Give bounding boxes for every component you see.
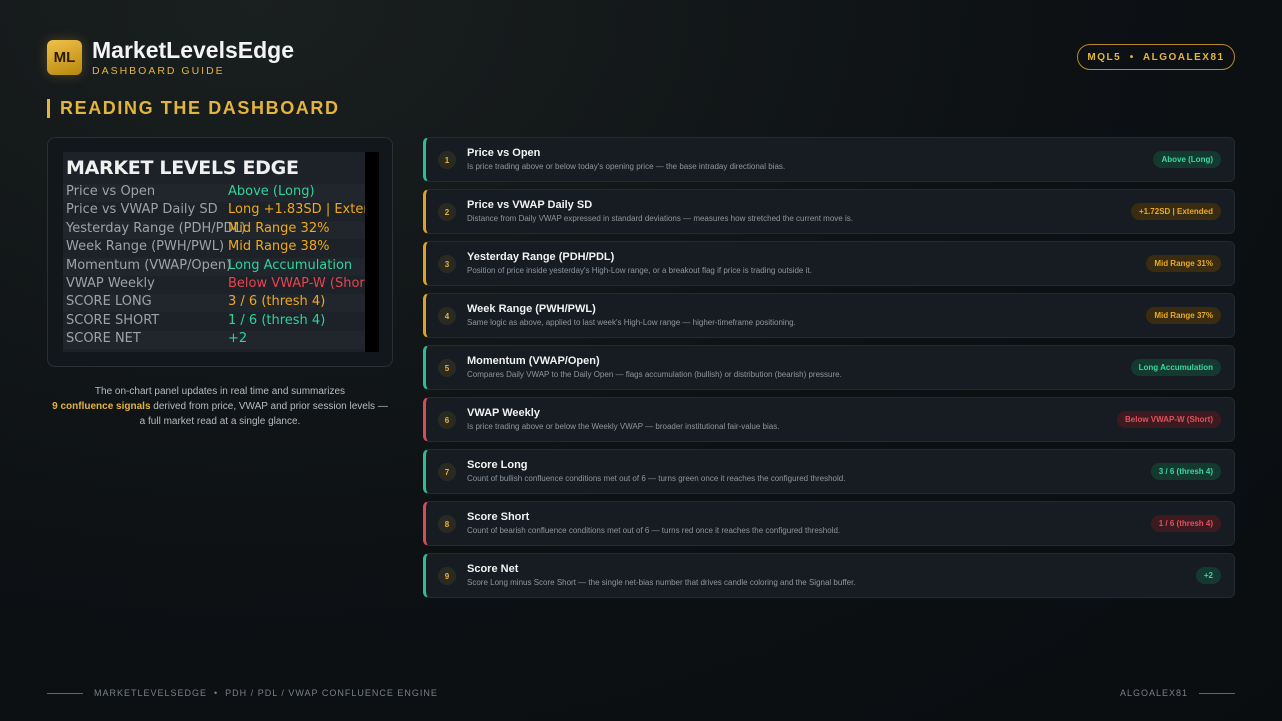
brand-title: MarketLevelsEdge (92, 37, 294, 63)
signal-card: 8 Score Short Count of bearish confluence … (423, 501, 1235, 546)
brand: MarketLevelsEdge DASHBOARD GUIDE (92, 38, 294, 77)
card-description: Distance from Daily VWAP expressed in st… (467, 214, 853, 223)
panel-row: Week Range (PWH/PWL) Mid Range 38% (66, 239, 379, 257)
panel-row-value: Below VWAP-W (Short) (228, 276, 375, 291)
card-title: Yesterday Range (PDH/PDL) (467, 251, 615, 263)
card-title: Price vs VWAP Daily SD (467, 199, 593, 211)
dashboard-panel-screenshot: MARKET LEVELS EDGE Price vs Open Above (L… (63, 152, 379, 352)
card-status-badge: Mid Range 37% (1146, 307, 1221, 324)
card-number: 6 (438, 411, 456, 429)
panel-row-bg (63, 184, 365, 202)
card-status-badge: 3 / 6 (thresh 4) (1150, 463, 1221, 480)
panel-row-label: Week Range (PWH/PWL) (66, 239, 225, 255)
panel-title: MARKET LEVELS EDGE (66, 157, 299, 179)
card-description: Count of bullish confluence conditions m… (467, 474, 846, 483)
card-number: 9 (438, 567, 456, 585)
logo-badge: ML (47, 40, 82, 75)
card-description: Compares Daily VWAP to the Daily Open — … (467, 370, 842, 379)
footer-rule (47, 692, 83, 694)
footer-right-text: ALGOALEX81 (1119, 688, 1188, 698)
card-title: Score Short (467, 511, 530, 523)
card-status-badge: Above (Long) (1153, 151, 1221, 168)
card-status-badge: +2 (1195, 567, 1221, 584)
footer-rule (1199, 692, 1235, 694)
signal-card: 4 Week Range (PWH/PWL) Same logic as above… (423, 293, 1235, 338)
card-number: 7 (438, 463, 456, 481)
panel-row-bg (63, 258, 365, 276)
signal-card: 3 Yesterday Range (PDH/PDL) Position of pr… (423, 241, 1235, 286)
header: ML MarketLevelsEdge DASHBOARD GUIDE (47, 38, 294, 77)
card-status-badge: +1.72SD | Extended (1130, 203, 1221, 220)
panel-row-value: Long +1.83SD | Extended (228, 202, 379, 218)
signal-card: 6 VWAP Weekly Is price trading above or be… (423, 397, 1235, 442)
card-description: Is price trading above or below the Week… (467, 422, 780, 431)
panel-row-bg (63, 221, 365, 239)
panel-row-label: SCORE SHORT (66, 312, 160, 328)
card-description: Is price trading above or below today's … (467, 162, 786, 171)
card-description: Position of price inside yesterday's Hig… (467, 266, 812, 275)
card-status-badge: Long Accumulation (1130, 359, 1221, 376)
caption-line2: derived from price, VWAP and prior sessi… (150, 401, 388, 412)
signal-card: 5 Momentum (VWAP/Open) Compares Daily VWAP… (423, 345, 1235, 390)
card-number: 3 (438, 255, 456, 273)
panel-row-value: Mid Range 38% (228, 239, 330, 255)
panel-row: VWAP Weekly Below VWAP-W (Short) (66, 276, 379, 294)
signal-card: 2 Price vs VWAP Daily SD Distance from Dai… (423, 189, 1235, 234)
footer-left: MARKETLEVELSEDGE • PDH / PDL / VWAP CONF… (47, 688, 438, 698)
signal-card: 1 Price vs Open Is price trading above or … (423, 137, 1235, 182)
panel-row: SCORE SHORT 1 / 6 (thresh 4) (66, 313, 379, 331)
brand-subtitle: DASHBOARD GUIDE (92, 65, 225, 77)
panel-row-label: Price vs VWAP Daily SD (66, 202, 218, 218)
signal-card-list: 1 Price vs Open Is price trading above or … (423, 137, 1235, 605)
signal-card: 7 Score Long Count of bullish confluence c… (423, 449, 1235, 494)
author-pill: MQL5 • ALGOALEX81 (1077, 44, 1235, 70)
panel-row-bg (63, 294, 365, 312)
footer-left-text: MARKETLEVELSEDGE • PDH / PDL / VWAP CONF… (94, 688, 438, 698)
panel-scrollbar (365, 152, 379, 352)
card-title: Score Net (467, 563, 519, 575)
card-description: Score Long minus Score Short — the singl… (467, 578, 856, 587)
dashboard-panel-frame: MARKET LEVELS EDGE Price vs Open Above (L… (47, 137, 393, 367)
caption-line1: The on-chart panel updates in real time … (94, 386, 346, 397)
card-number: 5 (438, 359, 456, 377)
card-title: Price vs Open (467, 147, 541, 159)
section-title: READING THE DASHBOARD (47, 99, 340, 118)
card-status-badge: Mid Range 31% (1146, 255, 1221, 272)
card-title: Score Long (467, 459, 528, 471)
caption-line3: a full market read at a single glance. (139, 416, 301, 427)
signal-card: 9 Score Net Score Long minus Score Short —… (423, 553, 1235, 598)
card-status-badge: 1 / 6 (thresh 4) (1150, 515, 1221, 532)
card-title: Week Range (PWH/PWL) (467, 303, 596, 315)
card-number: 1 (438, 151, 456, 169)
card-status-badge: Below VWAP-W (Short) (1117, 411, 1221, 428)
card-number: 2 (438, 203, 456, 221)
card-description: Count of bearish confluence conditions m… (467, 526, 841, 535)
panel-row-label: VWAP Weekly (66, 276, 155, 291)
card-number: 8 (438, 515, 456, 533)
footer-right: ALGOALEX81 (1120, 688, 1235, 698)
caption-highlight: 9 confluence signals (52, 401, 151, 412)
card-description: Same logic as above, applied to last wee… (467, 318, 796, 327)
panel-row-value: 1 / 6 (thresh 4) (228, 312, 326, 328)
card-title: VWAP Weekly (467, 407, 540, 419)
panel-row-bg (63, 331, 365, 349)
panel-row: Price vs VWAP Daily SD Long +1.83SD | Ext… (66, 202, 379, 220)
card-number: 4 (438, 307, 456, 325)
card-title: Momentum (VWAP/Open) (467, 355, 600, 367)
panel-caption: The on-chart panel updates in real time … (47, 384, 393, 429)
